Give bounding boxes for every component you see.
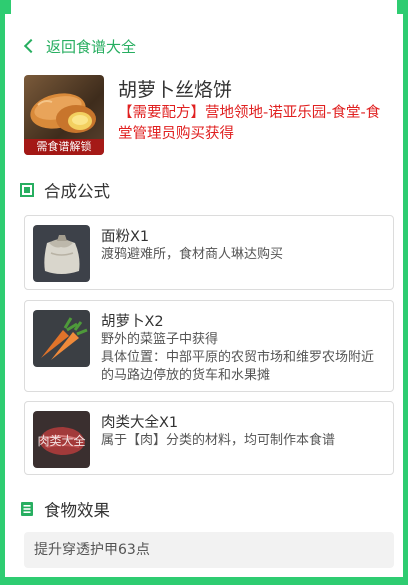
back-label: 返回食谱大全 (46, 37, 137, 56)
document-icon (21, 502, 33, 516)
ingredient-card: 肉类大全 肉类大全X1 属于【肉】分类的材料，均可制作本食谱 (24, 401, 394, 475)
ingredient-name: 肉类大全X1 (101, 415, 179, 431)
chevron-left-icon (23, 38, 39, 54)
food-effect-box: 提升穿透护甲63点 (24, 532, 394, 568)
recipe-header: 需食谱解锁 胡萝卜丝烙饼 【需要配方】营地领地-诺亚乐园-食堂-食堂管理员购买获… (24, 75, 392, 155)
frame-corner-left (5, 0, 11, 14)
effect-title: 食物效果 (44, 501, 110, 520)
ingredient-card: 胡萝卜X2 野外的菜篮子中获得 具体位置：中部平原的农贸市场和维罗农场附近的马路… (24, 300, 394, 392)
recipe-thumbnail: 需食谱解锁 (24, 75, 104, 155)
ingredient-desc: 野外的菜篮子中获得 具体位置：中部平原的农贸市场和维罗农场附近的马路边停放的货车… (101, 332, 375, 383)
formula-title: 合成公式 (44, 182, 110, 201)
unlock-required-badge: 需食谱解锁 (24, 139, 104, 155)
ingredient-card: 面粉X1 渡鸦避难所，食材商人琳达购买 (24, 215, 394, 290)
frame-corner-right (397, 0, 403, 14)
ingredient-desc: 属于【肉】分类的材料，均可制作本食谱 (101, 433, 336, 448)
ingredient-name: 面粉X1 (101, 229, 150, 245)
formula-section-title: 合成公式 (20, 178, 110, 202)
meat-icon-label: 肉类大全 (37, 434, 86, 448)
ingredient-desc: 渡鸦避难所，食材商人琳达购买 (101, 247, 284, 262)
ingredient-name: 胡萝卜X2 (101, 314, 164, 330)
recipe-title: 胡萝卜丝烙饼 (118, 79, 233, 101)
food-effect-text: 提升穿透护甲63点 (34, 542, 150, 558)
formula-icon (20, 183, 34, 197)
effect-section-title: 食物效果 (20, 497, 110, 521)
carrot-icon (33, 310, 90, 367)
flour-sack-icon (33, 225, 90, 282)
meat-icon: 肉类大全 (33, 411, 90, 468)
back-link[interactable]: 返回食谱大全 (23, 36, 137, 56)
recipe-source-note: 【需要配方】营地领地-诺亚乐园-食堂-食堂管理员购买获得 (118, 105, 381, 142)
